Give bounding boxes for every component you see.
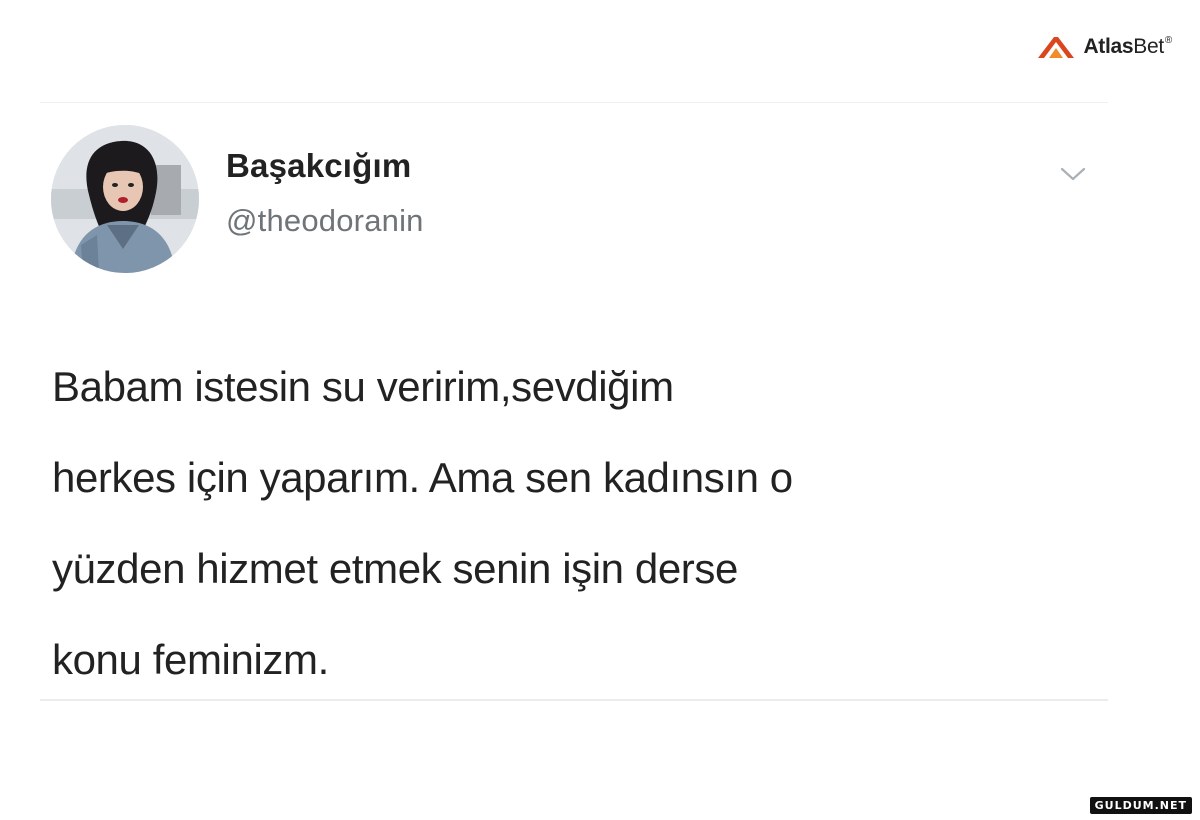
tweet-card: Başakcığım @theodoranin Babam istesin su… bbox=[40, 102, 1108, 701]
avatar-photo bbox=[51, 125, 199, 273]
user-handle[interactable]: @theodoranin bbox=[226, 203, 424, 239]
tweet-text-line: konu feminizm. bbox=[52, 636, 329, 683]
display-name[interactable]: Başakcığım bbox=[226, 147, 411, 185]
atlasbet-logo-icon bbox=[1038, 37, 1075, 58]
brand-logo: AtlasBet® bbox=[1035, 34, 1172, 60]
tweet-text: Babam istesin su veririm,sevdiğim herkes… bbox=[52, 341, 1092, 705]
brand-name-bold: Atlas bbox=[1083, 35, 1134, 58]
tweet-text-line: Babam istesin su veririm,sevdiğim bbox=[52, 363, 674, 410]
brand-registered-mark: ® bbox=[1164, 35, 1172, 46]
site-watermark: GULDUM.NET bbox=[1089, 797, 1192, 814]
avatar[interactable] bbox=[51, 125, 199, 273]
chevron-down-icon[interactable] bbox=[1058, 161, 1088, 185]
brand-name: AtlasBet® bbox=[1083, 35, 1172, 59]
tweet-text-line: yüzden hizmet etmek senin işin derse bbox=[52, 545, 738, 592]
brand-name-light: Bet bbox=[1133, 35, 1164, 58]
tweet-text-line: herkes için yaparım. Ama sen kadınsın o bbox=[52, 454, 793, 501]
